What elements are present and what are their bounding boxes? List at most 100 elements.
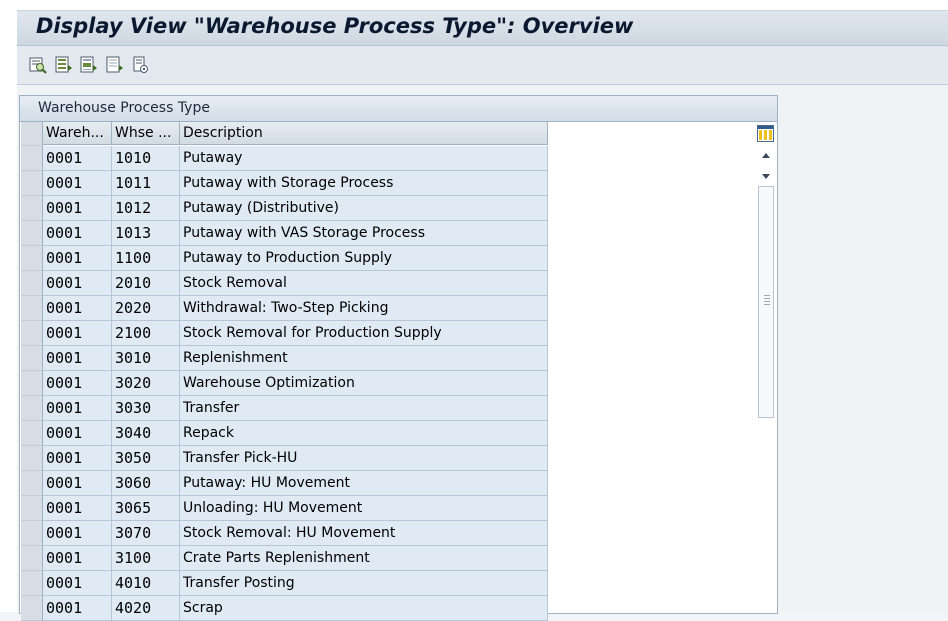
row-selector[interactable] [21,321,43,346]
process-type-cell[interactable]: 3100 [112,546,180,571]
process-type-cell[interactable]: 3010 [112,346,180,371]
description-cell[interactable]: Stock Removal for Production Supply [180,321,548,346]
row-selector[interactable] [21,446,43,471]
warehouse-cell[interactable]: 0001 [43,571,112,596]
select-all-cell[interactable] [21,122,43,146]
process-type-cell[interactable]: 3040 [112,421,180,446]
process-type-cell[interactable]: 3030 [112,396,180,421]
row-selector[interactable] [21,471,43,496]
description-cell[interactable]: Warehouse Optimization [180,371,548,396]
process-type-cell[interactable]: 3020 [112,371,180,396]
warehouse-cell[interactable]: 0001 [43,346,112,371]
column-header-2[interactable]: Description [180,122,548,145]
process-type-cell[interactable]: 2020 [112,296,180,321]
description-cell[interactable]: Scrap [180,596,548,621]
description-cell[interactable]: Withdrawal: Two-Step Picking [180,296,548,321]
process-type-cell[interactable]: 1012 [112,196,180,221]
warehouse-cell[interactable]: 0001 [43,146,112,171]
display-change-icon[interactable] [29,56,47,74]
row-selector[interactable] [21,571,43,596]
row-selector[interactable] [21,196,43,221]
description-cell[interactable]: Repack [180,421,548,446]
process-type-cell[interactable]: 1100 [112,246,180,271]
warehouse-cell[interactable]: 0001 [43,471,112,496]
table-row[interactable]: 0001 3060 Putaway: HU Movement [21,471,548,496]
description-cell[interactable]: Unloading: HU Movement [180,496,548,521]
process-type-cell[interactable]: 2100 [112,321,180,346]
table-row[interactable]: 0001 3100 Crate Parts Replenishment [21,546,548,571]
warehouse-cell[interactable]: 0001 [43,521,112,546]
warehouse-cell[interactable]: 0001 [43,196,112,221]
description-cell[interactable]: Putaway (Distributive) [180,196,548,221]
row-selector[interactable] [21,171,43,196]
warehouse-cell[interactable]: 0001 [43,271,112,296]
row-selector[interactable] [21,421,43,446]
scroll-up-icon[interactable] [758,148,774,164]
table-row[interactable]: 0001 3065 Unloading: HU Movement [21,496,548,521]
row-selector[interactable] [21,346,43,371]
table-row[interactable]: 0001 3010 Replenishment [21,346,548,371]
warehouse-cell[interactable]: 0001 [43,396,112,421]
table-row[interactable]: 0001 3050 Transfer Pick-HU [21,446,548,471]
description-cell[interactable]: Putaway [180,146,548,171]
warehouse-cell[interactable]: 0001 [43,446,112,471]
description-cell[interactable]: Replenishment [180,346,548,371]
description-cell[interactable]: Crate Parts Replenishment [180,546,548,571]
process-type-cell[interactable]: 4010 [112,571,180,596]
description-cell[interactable]: Stock Removal [180,271,548,296]
row-selector[interactable] [21,296,43,321]
print-icon[interactable] [132,56,150,74]
table-row[interactable]: 0001 2100 Stock Removal for Production Sup… [21,321,548,346]
table-row[interactable]: 0001 2020 Withdrawal: Two-Step Picking [21,296,548,321]
description-cell[interactable]: Stock Removal: HU Movement [180,521,548,546]
row-selector[interactable] [21,221,43,246]
process-type-cell[interactable]: 3070 [112,521,180,546]
table-row[interactable]: 0001 3020 Warehouse Optimization [21,371,548,396]
warehouse-cell[interactable]: 0001 [43,371,112,396]
select-block-icon[interactable] [80,56,98,74]
warehouse-cell[interactable]: 0001 [43,321,112,346]
table-row[interactable]: 0001 1013 Putaway with VAS Storage Process [21,221,548,246]
column-header-0[interactable]: Wareh... [43,122,112,145]
process-type-cell[interactable]: 1011 [112,171,180,196]
description-cell[interactable]: Putaway with Storage Process [180,171,548,196]
table-row[interactable]: 0001 4010 Transfer Posting [21,571,548,596]
description-cell[interactable]: Putaway: HU Movement [180,471,548,496]
warehouse-cell[interactable]: 0001 [43,421,112,446]
process-type-cell[interactable]: 3050 [112,446,180,471]
table-row[interactable]: 0001 3040 Repack [21,421,548,446]
warehouse-cell[interactable]: 0001 [43,171,112,196]
process-type-cell[interactable]: 1010 [112,146,180,171]
row-selector[interactable] [21,396,43,421]
table-row[interactable]: 0001 1011 Putaway with Storage Process [21,171,548,196]
process-type-cell[interactable]: 4020 [112,596,180,621]
row-selector[interactable] [21,371,43,396]
warehouse-cell[interactable]: 0001 [43,221,112,246]
process-type-cell[interactable]: 1013 [112,221,180,246]
table-row[interactable]: 0001 1010 Putaway [21,146,548,171]
row-selector[interactable] [21,146,43,171]
scroll-thumb[interactable] [758,186,774,418]
select-all-icon[interactable] [55,56,73,74]
row-selector[interactable] [21,546,43,571]
table-row[interactable]: 0001 1100 Putaway to Production Supply [21,246,548,271]
row-selector[interactable] [21,521,43,546]
warehouse-cell[interactable]: 0001 [43,296,112,321]
description-cell[interactable]: Transfer Posting [180,571,548,596]
vertical-scrollbar[interactable] [758,146,774,613]
process-type-cell[interactable]: 3065 [112,496,180,521]
column-settings-icon[interactable] [757,125,774,142]
table-row[interactable]: 0001 3070 Stock Removal: HU Movement [21,521,548,546]
description-cell[interactable]: Transfer Pick-HU [180,446,548,471]
process-type-cell[interactable]: 2010 [112,271,180,296]
row-selector[interactable] [21,596,43,621]
deselect-all-icon[interactable] [106,56,124,74]
table-row[interactable]: 0001 4020 Scrap [21,596,548,621]
warehouse-cell[interactable]: 0001 [43,596,112,621]
row-selector[interactable] [21,496,43,521]
table-row[interactable]: 0001 1012 Putaway (Distributive) [21,196,548,221]
row-selector[interactable] [21,271,43,296]
row-selector[interactable] [21,246,43,271]
column-header-1[interactable]: Whse ... [112,122,180,145]
description-cell[interactable]: Transfer [180,396,548,421]
